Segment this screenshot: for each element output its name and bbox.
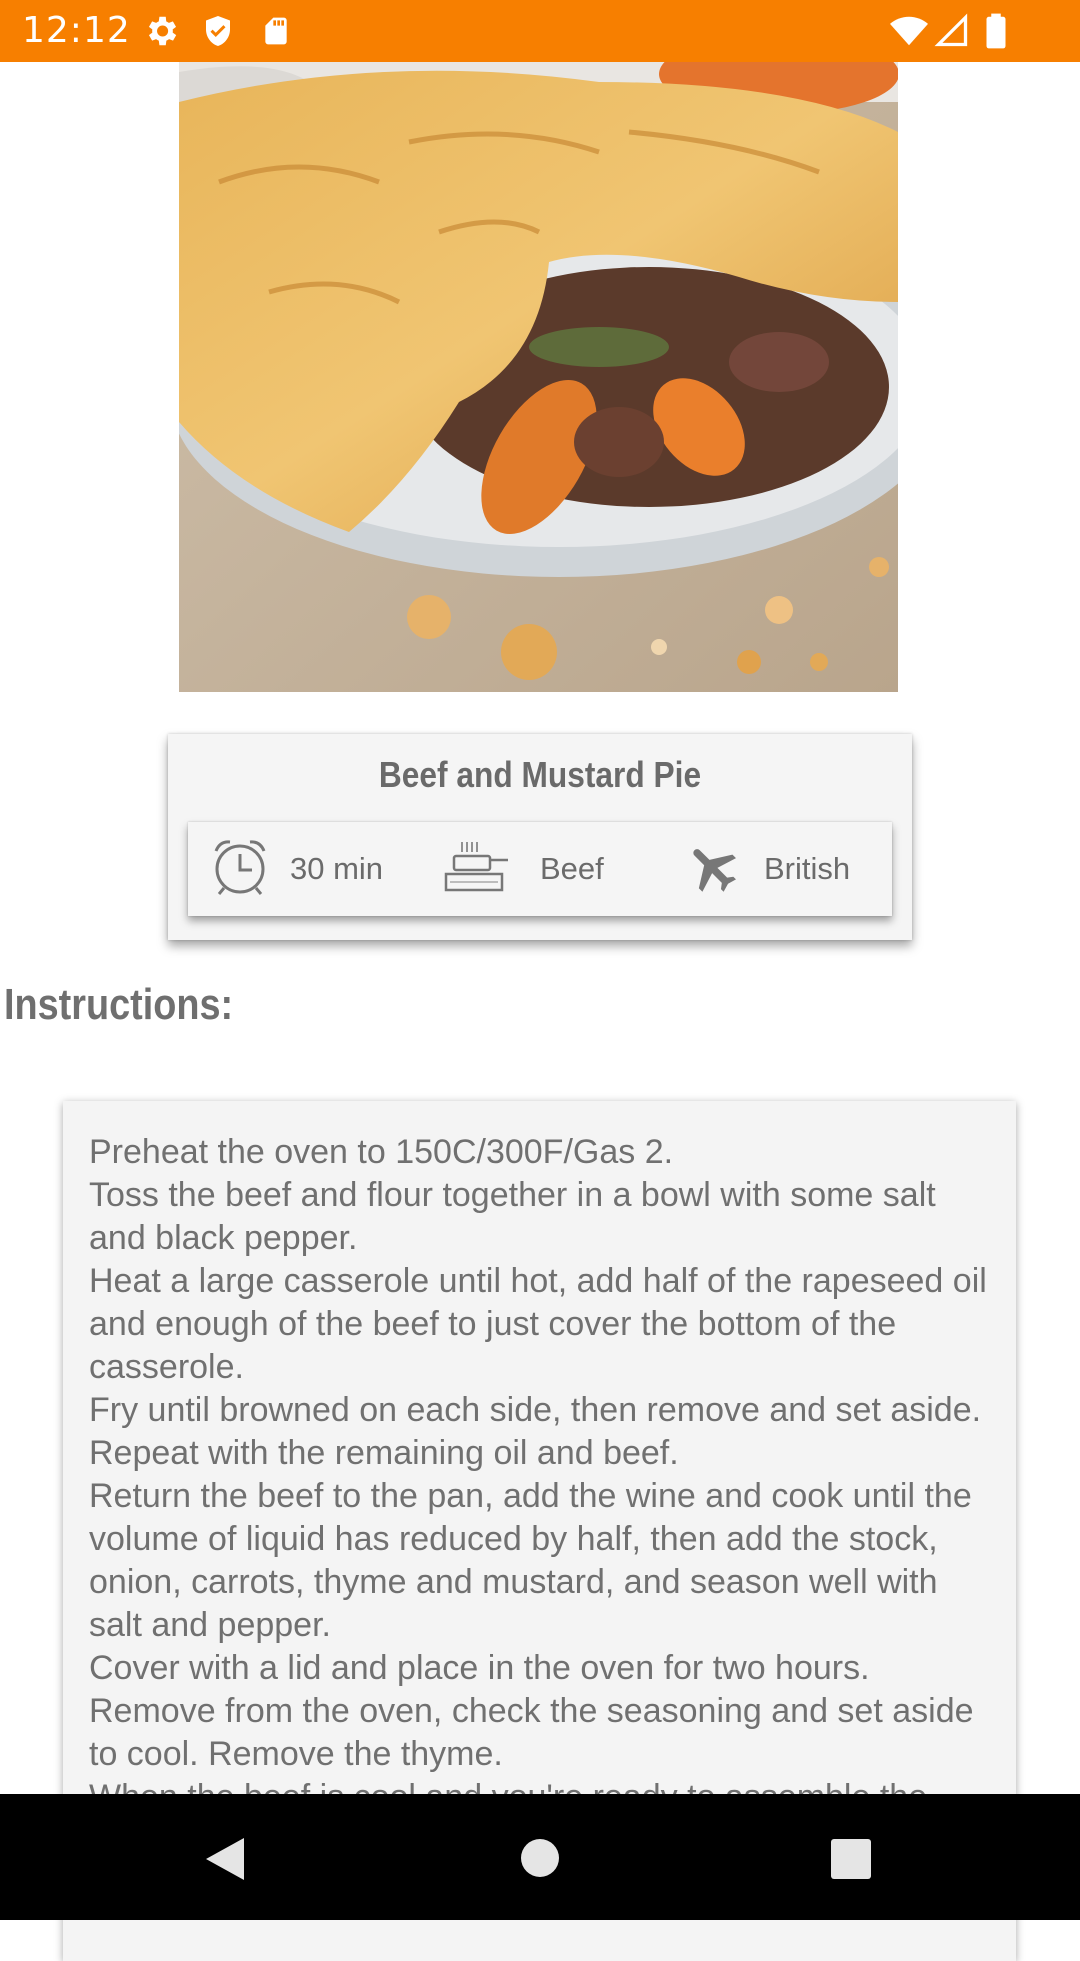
battery-icon xyxy=(984,12,1008,55)
meta-category-text: Beef xyxy=(540,851,604,886)
alarm-clock-icon xyxy=(210,838,270,901)
meta-time-text: 30 min xyxy=(290,851,384,886)
instructions-text: Preheat the oven to 150C/300F/Gas 2. Tos… xyxy=(89,1133,987,1816)
recipe-meta-row: 30 min Beef British xyxy=(188,822,892,916)
sd-card-icon xyxy=(260,12,292,55)
gear-icon xyxy=(142,12,180,55)
recents-icon[interactable] xyxy=(830,1838,872,1885)
back-icon[interactable] xyxy=(204,1836,246,1887)
home-icon[interactable] xyxy=(520,1838,560,1883)
meta-area-text: British xyxy=(764,851,851,886)
meta-area: British xyxy=(680,822,850,916)
shield-icon xyxy=(200,12,236,55)
status-time: 12:12 xyxy=(22,10,131,51)
airplane-icon xyxy=(680,837,746,902)
wifi-icon xyxy=(888,12,930,55)
status-bar: 12:12 xyxy=(0,0,1080,62)
instructions-heading: Instructions: xyxy=(4,980,234,1029)
recipe-image xyxy=(179,62,898,692)
navigation-bar xyxy=(0,1794,1080,1920)
stove-icon xyxy=(444,838,510,901)
signal-icon xyxy=(934,12,970,55)
meta-time: 30 min xyxy=(210,822,383,916)
recipe-title: Beef and Mustard Pie xyxy=(378,754,702,795)
meta-category: Beef xyxy=(444,822,604,916)
recipe-info-card: Beef and Mustard Pie 30 min Beef British xyxy=(168,734,912,940)
